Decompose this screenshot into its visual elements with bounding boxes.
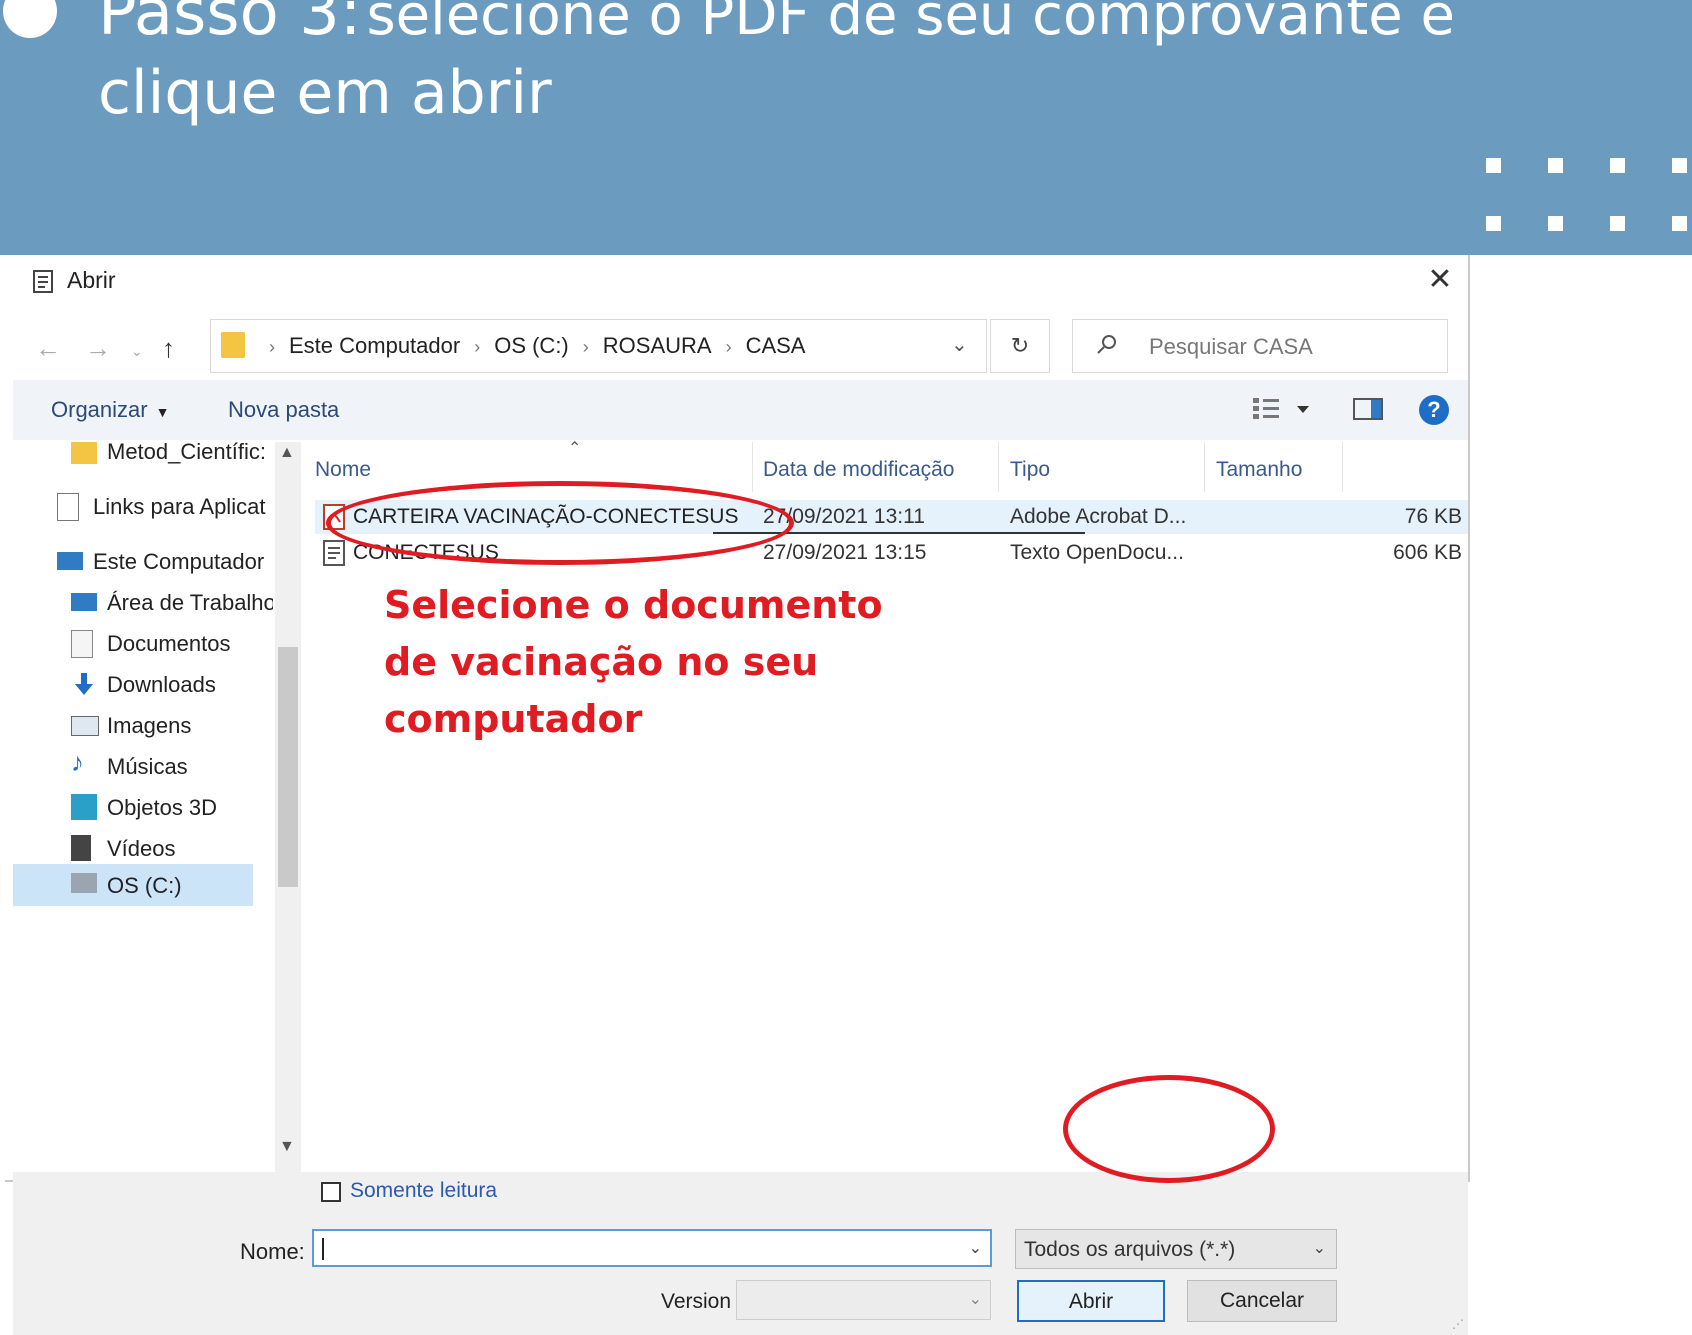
nav-item-videos[interactable]: Vídeos xyxy=(71,831,271,867)
column-header-size[interactable]: Tamanho xyxy=(1216,458,1302,482)
address-bar[interactable]: › Este Computador › OS (C:) › ROSAURA › CASA ⌄ xyxy=(210,319,987,373)
breadcrumb-item[interactable]: ROSAURA xyxy=(603,333,712,358)
command-toolbar: Organizar ▼ Nova pasta ? xyxy=(13,380,1468,440)
organize-button[interactable]: Organizar ▼ xyxy=(51,397,169,423)
bullet-dot xyxy=(3,0,57,38)
file-icon xyxy=(57,493,79,521)
folder-icon xyxy=(221,332,245,358)
navigation-pane: Metod_Científic: Links para Aplicat Este… xyxy=(13,442,273,1164)
nav-item-images[interactable]: Imagens xyxy=(71,708,271,744)
open-button[interactable]: Abrir xyxy=(1017,1280,1165,1322)
instruction-banner: Passo 3: selecione o PDF de seu comprova… xyxy=(0,0,1692,255)
nav-item-links[interactable]: Links para Aplicat xyxy=(57,489,271,525)
text-caret xyxy=(322,1238,324,1260)
filetype-value: Todos os arquivos (*.*) xyxy=(1024,1238,1236,1261)
filetype-select[interactable]: Todos os arquivos (*.*) ⌄ xyxy=(1015,1229,1337,1269)
breadcrumb-item[interactable]: CASA xyxy=(746,333,806,358)
dialog-title: Abrir xyxy=(67,267,116,293)
annotation-line: computador xyxy=(384,697,643,741)
scroll-up-icon[interactable]: ▲ xyxy=(279,444,295,462)
help-icon[interactable]: ? xyxy=(1419,395,1449,425)
filename-label: Nome: xyxy=(240,1239,305,1264)
nav-item-os-c[interactable]: OS (C:) xyxy=(13,864,253,906)
nav-item-computer[interactable]: Este Computador xyxy=(57,544,271,580)
cancel-button[interactable]: Cancelar xyxy=(1187,1280,1337,1322)
breadcrumb: › Este Computador › OS (C:) › ROSAURA › CASA xyxy=(269,333,806,358)
music-icon: ♪ xyxy=(71,747,84,777)
file-highlight-ellipse xyxy=(326,481,794,565)
refresh-icon[interactable]: ↻ xyxy=(990,319,1050,373)
chevron-down-icon: ⌄ xyxy=(968,1291,982,1308)
nav-item-music[interactable]: ♪ Músicas xyxy=(71,747,271,785)
dialog-titlebar[interactable]: Abrir ✕ xyxy=(5,255,1468,307)
column-header-name[interactable]: Nome xyxy=(315,458,371,482)
instruction-title: Passo 3: selecione o PDF de seu comprova… xyxy=(98,0,1455,128)
chevron-down-icon: ⌄ xyxy=(1312,1240,1326,1257)
annotation-line: Selecione o documento xyxy=(384,583,883,627)
preview-pane-icon[interactable] xyxy=(1353,398,1383,420)
nav-item-documents[interactable]: Documentos xyxy=(71,626,271,662)
search-placeholder: Pesquisar CASA xyxy=(1149,334,1313,359)
computer-icon xyxy=(57,552,83,570)
recent-chevron-icon[interactable]: ⌄ xyxy=(131,343,143,360)
column-divider xyxy=(752,442,753,492)
breadcrumb-item[interactable]: OS (C:) xyxy=(494,333,569,358)
column-divider xyxy=(998,442,999,492)
instruction-line-1: selecione o PDF de seu comprovante e xyxy=(366,0,1456,48)
slide-background xyxy=(1470,255,1692,1182)
chevron-down-icon[interactable]: ⌄ xyxy=(951,332,968,357)
view-options-icon[interactable] xyxy=(1251,394,1315,424)
forward-arrow-icon[interactable]: → xyxy=(85,333,111,364)
cube-icon xyxy=(71,794,97,820)
open-button-highlight-ellipse xyxy=(1063,1075,1275,1183)
drive-icon xyxy=(71,873,97,893)
readonly-label[interactable]: Somente leitura xyxy=(350,1179,497,1203)
resize-grip-icon[interactable]: ⋰ xyxy=(1452,1317,1464,1331)
step-label: Passo 3: xyxy=(98,0,362,50)
decorative-dots xyxy=(1486,158,1692,236)
column-header-type[interactable]: Tipo xyxy=(1010,458,1050,482)
file-size: 606 KB xyxy=(1393,541,1462,564)
search-box[interactable]: Pesquisar CASA xyxy=(1072,319,1448,373)
folder-icon xyxy=(71,442,97,464)
column-header-date[interactable]: Data de modificação xyxy=(763,458,954,482)
column-divider xyxy=(1204,442,1205,492)
nav-scrollbar[interactable]: ▲ ▼ xyxy=(275,442,301,1172)
breadcrumb-item[interactable]: Este Computador xyxy=(289,333,460,358)
dialog-footer: Somente leitura Nome: ⌄ Todos os arquivo… xyxy=(13,1172,1468,1335)
new-folder-button[interactable]: Nova pasta xyxy=(228,397,339,423)
search-icon xyxy=(1097,335,1116,354)
filename-input[interactable]: ⌄ xyxy=(312,1229,992,1267)
file-type: Texto OpenDocu... xyxy=(1010,541,1184,564)
close-icon[interactable]: ✕ xyxy=(1423,263,1457,297)
nav-item-downloads[interactable]: Downloads xyxy=(71,667,271,703)
version-select[interactable]: ⌄ xyxy=(736,1280,991,1320)
column-divider xyxy=(1342,442,1343,492)
nav-item-3d[interactable]: Objetos 3D xyxy=(71,790,271,826)
chevron-down-icon[interactable]: ⌄ xyxy=(969,1238,982,1258)
document-file-icon xyxy=(323,540,345,566)
sort-ascending-icon: ⌃ xyxy=(568,440,582,457)
organize-label: Organizar xyxy=(51,397,148,422)
nav-item-metod[interactable]: Metod_Científic: xyxy=(71,442,271,470)
annotation-line: de vacinação no seu xyxy=(384,640,819,684)
images-icon xyxy=(71,716,99,736)
scroll-thumb[interactable] xyxy=(278,647,298,887)
file-size: 76 KB xyxy=(1404,505,1462,528)
file-modified: 27/09/2021 13:15 xyxy=(763,541,927,564)
nav-item-desktop[interactable]: Área de Trabalho xyxy=(71,585,273,621)
annotation-text: Selecione o documento de vacinação no se… xyxy=(384,577,883,748)
version-label: Version xyxy=(661,1290,732,1313)
scroll-down-icon[interactable]: ▼ xyxy=(279,1138,295,1156)
video-icon xyxy=(71,835,91,861)
up-arrow-icon[interactable]: ↑ xyxy=(162,333,175,364)
back-arrow-icon[interactable]: ← xyxy=(35,333,61,364)
download-arrow-icon xyxy=(75,673,93,695)
readonly-checkbox[interactable] xyxy=(321,1182,341,1202)
instruction-line-2: clique em abrir xyxy=(98,58,552,128)
open-dialog-icon xyxy=(33,270,53,293)
desktop-icon xyxy=(71,593,97,611)
file-type: Adobe Acrobat D... xyxy=(1010,505,1187,528)
documents-icon xyxy=(71,630,93,658)
